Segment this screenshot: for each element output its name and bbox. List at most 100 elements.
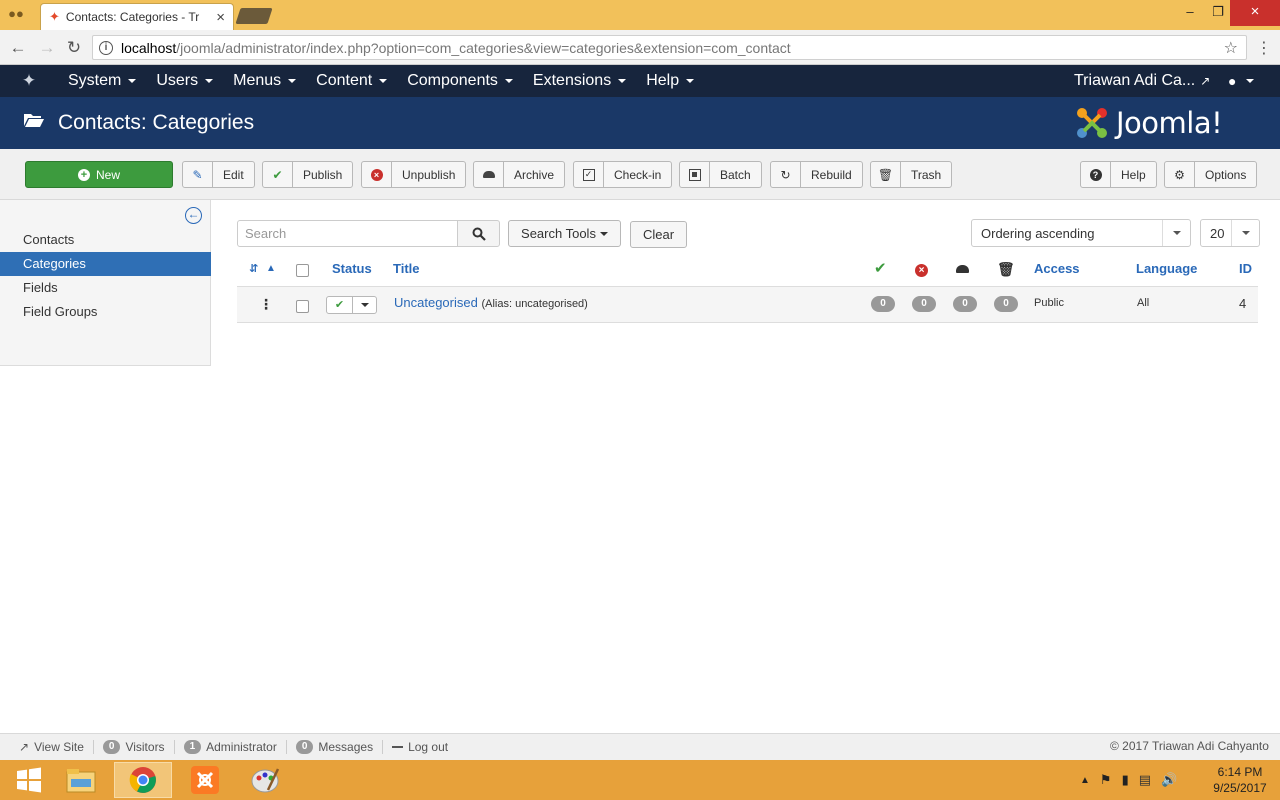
id-column-header[interactable]: ID — [1239, 259, 1252, 279]
title-column-header[interactable]: Title — [393, 259, 420, 279]
category-title-link[interactable]: Uncategorised — [394, 295, 478, 310]
nav-system-label: System — [68, 72, 122, 89]
search-icon — [472, 227, 486, 241]
flag-icon[interactable]: ⚑ — [1100, 772, 1112, 788]
access-column-header[interactable]: Access — [1034, 259, 1080, 279]
trashed-count-badge[interactable]: 0 — [994, 296, 1018, 312]
options-button[interactable]: ⚙ Options — [1164, 161, 1258, 188]
minimize-window-button[interactable]: – — [1176, 0, 1204, 26]
nav-system[interactable]: System — [58, 65, 146, 97]
visitors-link[interactable]: 0 Visitors — [94, 740, 175, 754]
archived-count-header-icon[interactable] — [956, 259, 969, 279]
network-icon[interactable]: ▤ — [1139, 772, 1151, 788]
maximize-window-button[interactable]: ❐ — [1204, 0, 1232, 26]
publish-button[interactable]: ✔ Publish — [262, 161, 354, 188]
show-hidden-icons-icon[interactable]: ▲ — [1080, 775, 1090, 786]
nav-components[interactable]: Components — [397, 65, 523, 97]
search-tools-label: Search Tools — [521, 226, 596, 241]
nav-help[interactable]: Help — [636, 65, 704, 97]
edit-icon: ✎ — [183, 162, 213, 187]
new-button[interactable]: + New — [25, 161, 173, 188]
trash-button[interactable]: 🗑 Trash — [870, 161, 953, 188]
unpublished-count-badge[interactable]: 0 — [912, 296, 936, 312]
published-check-icon[interactable]: ✔ — [327, 297, 353, 313]
volume-icon[interactable]: 🔊 — [1161, 772, 1177, 788]
status-toggle[interactable]: ✔ — [326, 296, 377, 314]
nav-users[interactable]: Users — [146, 65, 223, 97]
nav-extensions[interactable]: Extensions — [523, 65, 636, 97]
edit-button[interactable]: ✎ Edit — [182, 161, 255, 188]
search-tools-button[interactable]: Search Tools — [508, 220, 621, 247]
category-title-cell: Uncategorised (Alias: uncategorised) — [394, 295, 588, 310]
row-checkbox[interactable] — [296, 300, 309, 313]
caret-down-icon — [205, 79, 214, 83]
xampp-icon[interactable] — [176, 762, 234, 798]
checkin-button[interactable]: ✓ Check-in — [573, 161, 673, 188]
browser-tab[interactable]: ✦ Contacts: Categories - Tr × — [40, 3, 234, 30]
back-arrow-icon[interactable]: ← — [7, 37, 29, 59]
messages-link[interactable]: 0 Messages — [287, 740, 384, 754]
chrome-taskbar-icon[interactable] — [114, 762, 172, 798]
copyright-text: © 2017 Triawan Adi Cahyanto — [1110, 739, 1269, 753]
search-input[interactable] — [237, 220, 458, 247]
address-bar[interactable]: i localhost/joomla/administrator/index.p… — [92, 35, 1247, 60]
close-tab-icon[interactable]: × — [216, 9, 225, 26]
batch-button[interactable]: Batch — [679, 161, 762, 188]
nav-help-label: Help — [646, 72, 680, 89]
select-all-checkbox[interactable] — [296, 264, 309, 277]
messages-count-badge: 0 — [295, 740, 314, 754]
ordering-select[interactable]: Ordering ascending — [971, 219, 1191, 247]
paint-icon[interactable] — [236, 762, 294, 798]
clear-button[interactable]: Clear — [630, 221, 687, 248]
joomla-logo-icon[interactable]: ✦ — [0, 71, 58, 91]
archived-count-badge[interactable]: 0 — [953, 296, 977, 312]
archive-button-label: Archive — [514, 167, 555, 182]
trash-button-label: Trash — [911, 167, 942, 182]
nav-content[interactable]: Content — [306, 65, 397, 97]
sort-ordering-icon[interactable]: ⇵ — [249, 259, 258, 279]
taskbar-clock[interactable]: 6:14 PM 9/25/2017 — [1205, 764, 1275, 796]
trashed-count-header-icon[interactable]: 🗑 — [997, 259, 1015, 279]
status-column-header[interactable]: Status — [332, 259, 372, 279]
view-site-user-link[interactable]: Triawan Adi Ca... ↗ — [1074, 65, 1210, 97]
collapse-sidebar-icon[interactable]: ← — [185, 207, 202, 224]
nav-users-label: Users — [156, 72, 199, 89]
new-tab-button[interactable] — [235, 8, 273, 24]
id-cell: 4 — [1239, 296, 1247, 311]
language-column-header[interactable]: Language — [1136, 259, 1197, 279]
sidebar-item-contacts[interactable]: Contacts — [0, 228, 211, 252]
forward-arrow-icon[interactable]: → — [36, 37, 58, 59]
reload-icon[interactable]: ↻ — [63, 37, 85, 59]
status-dropdown-caret-icon[interactable] — [353, 297, 376, 313]
published-count-header-icon[interactable]: ✔ — [874, 259, 887, 279]
file-explorer-icon[interactable] — [52, 762, 110, 798]
administrator-link[interactable]: 1 Administrator — [175, 740, 287, 754]
gear-icon: ⚙ — [1165, 162, 1195, 187]
url-path: /joomla/administrator/index.php?option=c… — [176, 39, 791, 56]
browser-menu-icon[interactable]: ⋮ — [1256, 39, 1272, 59]
nav-menus-label: Menus — [233, 72, 282, 89]
browser-profile-icon[interactable]: ●● — [6, 6, 26, 24]
drag-handle-icon[interactable]: ⋮ — [259, 296, 273, 313]
windows-start-icon[interactable] — [0, 762, 58, 798]
search-button[interactable] — [457, 220, 500, 247]
unpublished-count-header-icon[interactable]: × — [915, 259, 928, 279]
nav-menus[interactable]: Menus — [223, 65, 306, 97]
sidebar-item-fields[interactable]: Fields — [0, 276, 211, 300]
logout-link[interactable]: Log out — [383, 740, 457, 754]
help-button[interactable]: ? Help — [1080, 161, 1157, 188]
user-menu-button[interactable]: ● — [1228, 65, 1255, 97]
unpublish-button[interactable]: × Unpublish — [361, 161, 467, 188]
sidebar-item-categories[interactable]: Categories — [0, 252, 211, 276]
limit-select[interactable]: 20 — [1200, 219, 1260, 247]
archive-button[interactable]: Archive — [473, 161, 566, 188]
sidebar-item-field-groups[interactable]: Field Groups — [0, 300, 211, 324]
browser-tab-title: Contacts: Categories - Tr — [65, 10, 200, 24]
view-site-link[interactable]: ↗ View Site — [10, 740, 94, 754]
rebuild-button[interactable]: ↻ Rebuild — [770, 161, 863, 188]
power-icon[interactable]: ▮ — [1122, 772, 1129, 788]
published-count-badge[interactable]: 0 — [871, 296, 895, 312]
site-info-icon[interactable]: i — [99, 40, 113, 55]
bookmark-star-icon[interactable]: ☆ — [1224, 38, 1238, 58]
close-window-button[interactable]: × — [1230, 0, 1280, 26]
